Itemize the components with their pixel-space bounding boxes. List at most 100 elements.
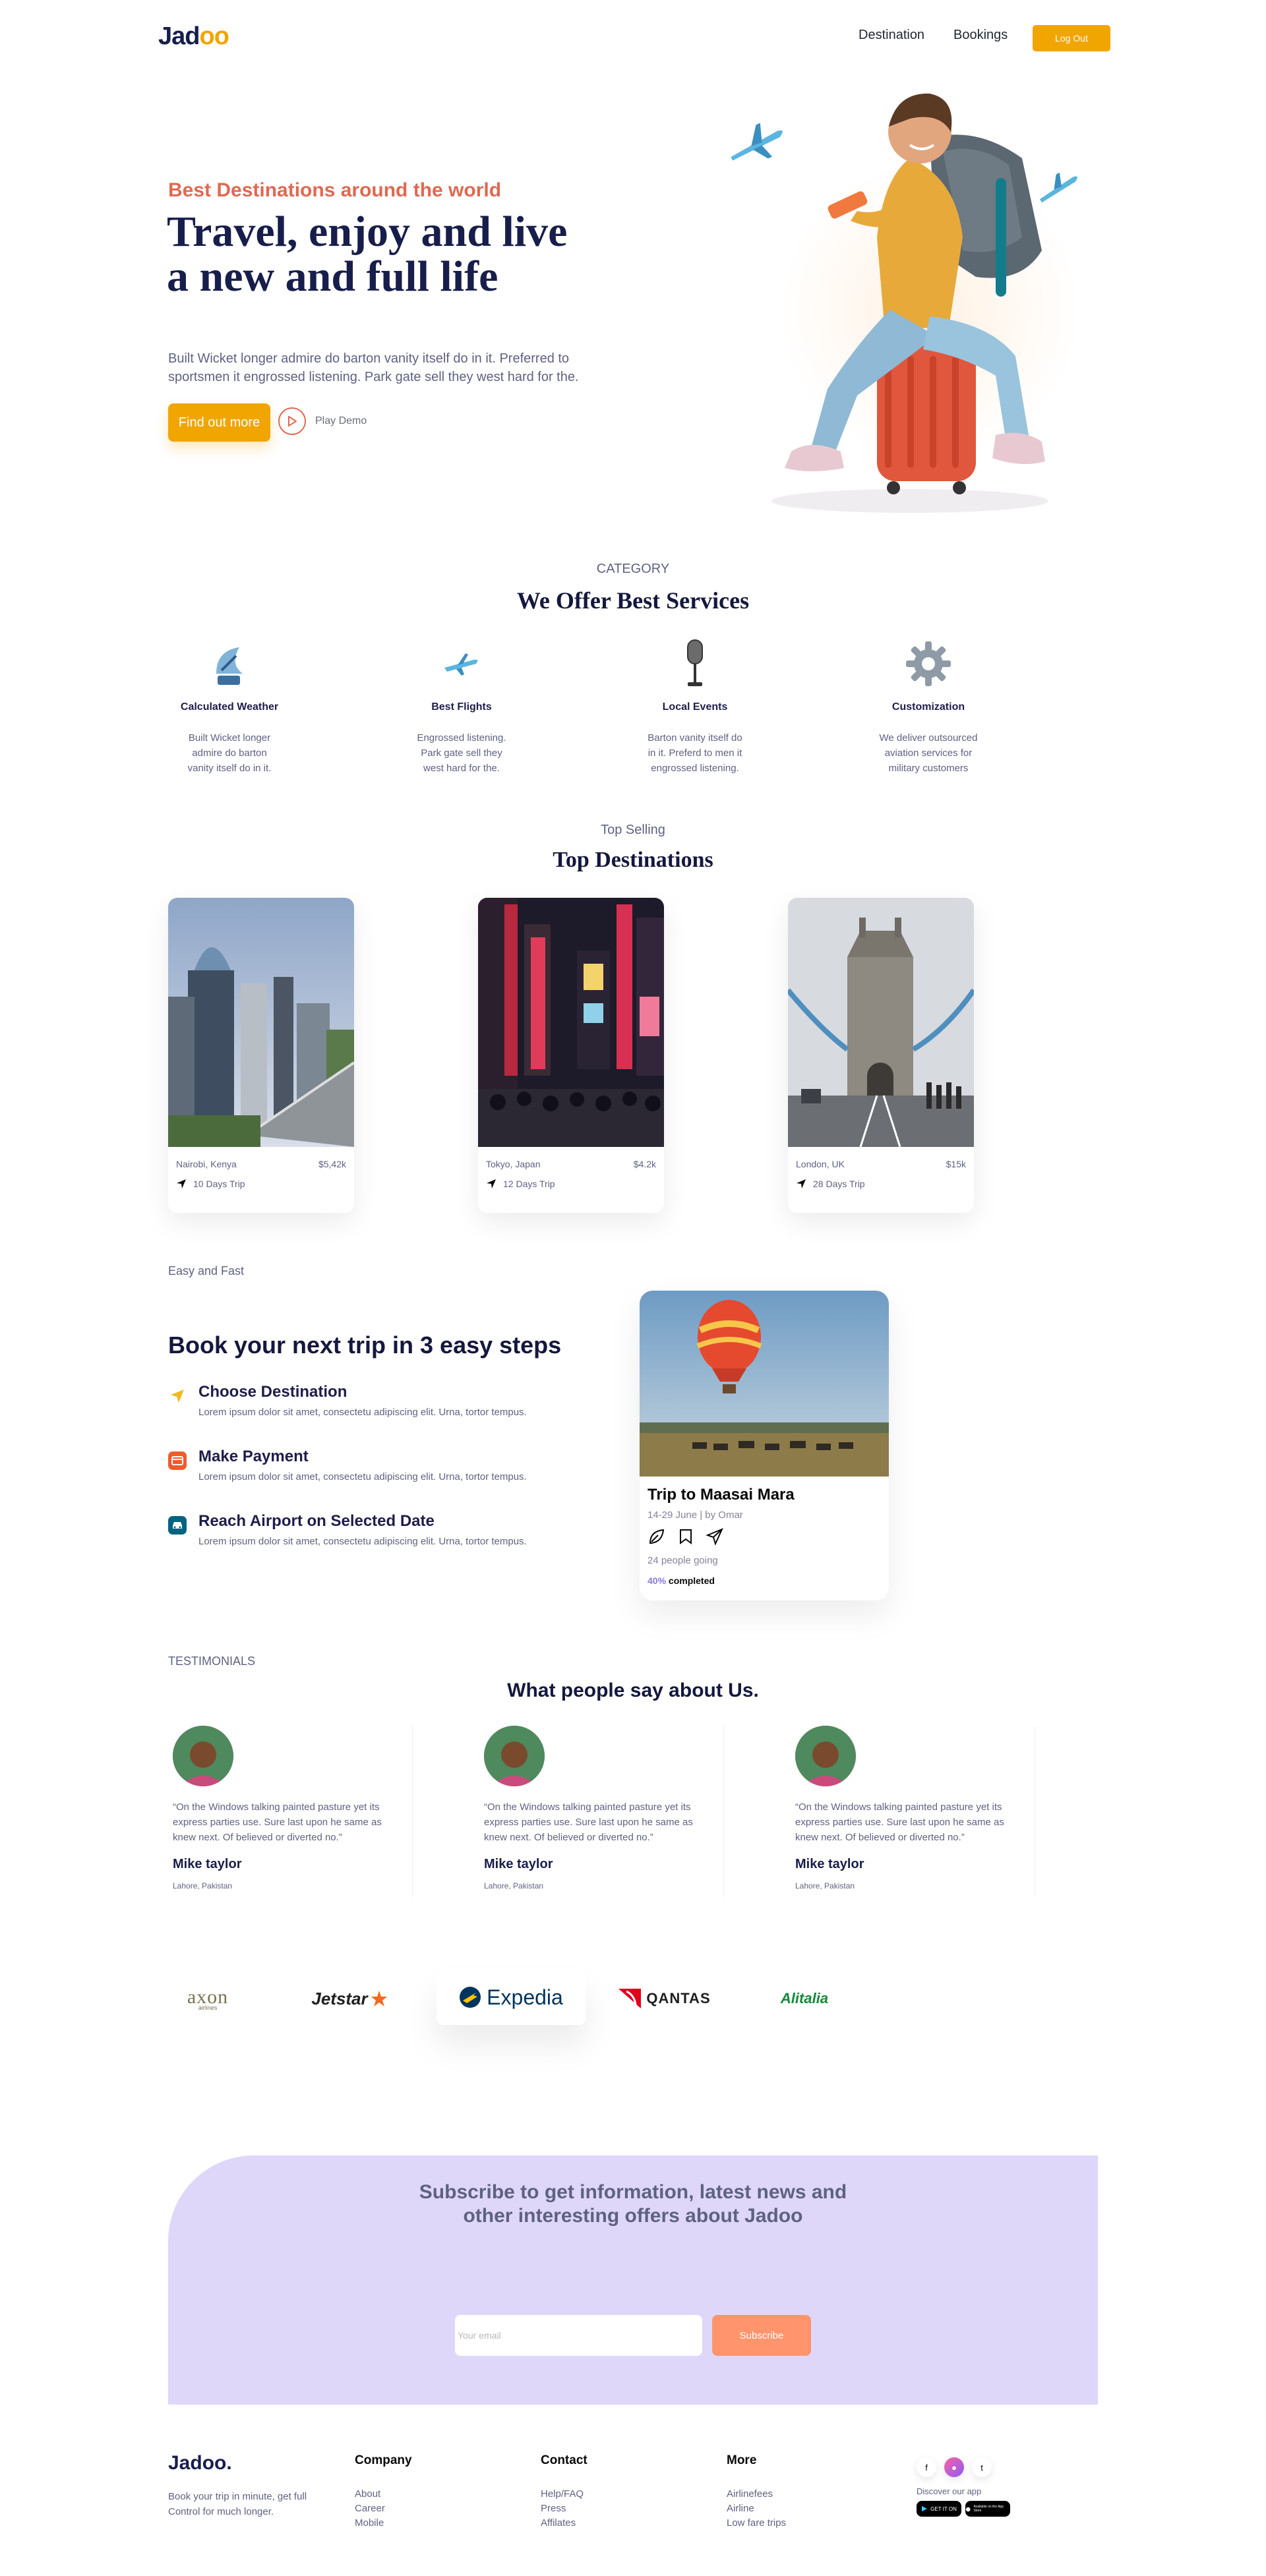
service-card-customization: Customization We deliver outsourced avia… [856, 634, 1001, 776]
navigation-arrow-icon [487, 1179, 496, 1188]
footer-link-career[interactable]: Career [355, 2503, 412, 2513]
taxi-icon [168, 1516, 187, 1535]
destination-place: Tokyo, Japan [486, 1159, 541, 1169]
steps-title: Book your next trip in 3 easy steps [168, 1332, 562, 1359]
destination-card-tokyo[interactable]: Tokyo, Japan $4.2k 12 Days Trip [478, 898, 664, 1213]
service-title: Local Events [662, 701, 728, 713]
destination-card-nairobi[interactable]: Nairobi, Kenya $5,42k 10 Days Trip [168, 898, 354, 1213]
destination-price: $4.2k [633, 1159, 656, 1169]
service-description: We deliver outsourced aviation services … [879, 732, 978, 774]
destinations-title: Top Destinations [553, 848, 713, 872]
find-out-more-button[interactable]: Find out more [168, 403, 270, 442]
map-icon[interactable] [677, 1527, 695, 1546]
footer-link-help[interactable]: Help/FAQ [541, 2489, 588, 2499]
send-icon[interactable] [706, 1527, 724, 1546]
footer-link-mobile[interactable]: Mobile [355, 2518, 412, 2528]
logout-button[interactable]: Log Out [1033, 25, 1110, 51]
site-logo[interactable]: Jadoo [158, 22, 229, 51]
services-title: We Offer Best Services [516, 587, 750, 614]
partner-logo-axon[interactable]: axon airlines [168, 1977, 247, 2020]
partner-logo-qantas[interactable]: QANTAS [612, 1977, 716, 2020]
service-description: Built Wicket longer admire do barton van… [187, 732, 272, 774]
destination-place: London, UK [796, 1159, 845, 1169]
destination-place: Nairobi, Kenya [176, 1159, 237, 1169]
play-demo-label: Play Demo [315, 415, 367, 426]
testimonial-card: “On the Windows talking painted pasture … [165, 1726, 413, 1897]
testimonial-location: Lahore, Pakistan [484, 1881, 544, 1890]
footer-link-about[interactable]: About [355, 2489, 412, 2499]
nav-link-destination[interactable]: Destination [859, 28, 924, 43]
trip-progress-percent: 40% [648, 1575, 667, 1586]
hero-description: Built Wicket longer admire do barton van… [168, 351, 579, 384]
testimonial-location: Lahore, Pakistan [173, 1881, 233, 1890]
expedia-wordmark: Expedia [487, 1985, 563, 2009]
destination-card-london[interactable]: London, UK $15k 28 Days Trip [788, 898, 974, 1213]
testimonial-quote: “On the Windows talking painted pasture … [795, 1801, 1004, 1843]
email-input[interactable] [455, 2315, 702, 2356]
footer-link-low-fare-trips[interactable]: Low fare trips [727, 2518, 786, 2528]
step-title: Make Payment [198, 1448, 309, 1465]
leaf-icon[interactable] [648, 1527, 666, 1546]
step-description: Lorem ipsum dolor sit amet, consectetu a… [198, 1536, 527, 1547]
hero-title: Travel, enjoy and live a new and full li… [167, 208, 568, 301]
partner-logo-expedia[interactable]: Expedia [437, 1970, 586, 2025]
instagram-icon[interactable]: ● [944, 2457, 964, 2477]
trip-title: Trip to Maasai Mara [648, 1486, 795, 1504]
nav-link-bookings[interactable]: Bookings [953, 28, 1008, 43]
hero-traveler-illustration [731, 93, 1077, 513]
testimonial-card: “On the Windows talking painted pasture … [476, 1726, 724, 1897]
testimonial-quote: “On the Windows talking painted pasture … [484, 1801, 693, 1843]
footer-link-press[interactable]: Press [541, 2503, 588, 2513]
footer-tagline: Book your trip in minute, get full Contr… [168, 2491, 307, 2517]
step-description: Lorem ipsum dolor sit amet, consectetu a… [198, 1407, 527, 1418]
trip-progress-label: completed [668, 1575, 715, 1586]
qantas-wordmark: QANTAS [646, 1990, 711, 2006]
avatar [795, 1726, 856, 1786]
apple-icon [965, 2507, 971, 2512]
navigation-arrow-icon [797, 1179, 806, 1188]
kangaroo-tail-icon [618, 1989, 642, 2008]
partner-logo-jetstar[interactable]: Jetstar [307, 1977, 392, 2020]
testimonial-name: Mike taylor [484, 1857, 553, 1871]
footer-link-airline[interactable]: Airline [727, 2503, 786, 2513]
testimonial-location: Lahore, Pakistan [795, 1881, 855, 1890]
star-icon [371, 1991, 387, 2006]
satellite-dish-icon [157, 634, 302, 693]
testimonial-name: Mike taylor [173, 1857, 242, 1871]
logo-accent: oo [199, 22, 229, 50]
step-description: Lorem ipsum dolor sit amet, consectetu a… [198, 1471, 527, 1482]
step-make-payment: Make Payment Lorem ipsum dolor sit amet,… [168, 1448, 527, 1482]
subscribe-heading: Subscribe to get information, latest new… [168, 2181, 1098, 2228]
service-card-events: Local Events Barton vanity itself do in … [622, 634, 768, 776]
testimonial-name: Mike taylor [795, 1857, 864, 1871]
play-demo-button[interactable]: Play Demo [278, 407, 367, 435]
partner-logo-alitalia[interactable]: Alitalia [771, 1977, 837, 2020]
subscribe-button[interactable]: Subscribe [712, 2315, 811, 2356]
destination-image [478, 898, 664, 1147]
footer-column-heading: More [727, 2453, 757, 2467]
trip-card[interactable]: Trip to Maasai Mara 14-29 June | by Omar… [640, 1291, 889, 1600]
discover-app-label: Discover our app [917, 2486, 982, 2496]
twitter-icon[interactable]: t [972, 2457, 992, 2477]
service-card-weather: Calculated Weather Built Wicket longer a… [157, 634, 302, 776]
testimonial-card: “On the Windows talking painted pasture … [787, 1726, 1035, 1897]
footer-link-airlinefees[interactable]: Airlinefees [727, 2489, 786, 2499]
destination-trip-length: 12 Days Trip [503, 1179, 555, 1189]
destination-trip-length: 10 Days Trip [193, 1179, 245, 1189]
trip-progress: 40% completed [648, 1575, 889, 1586]
testimonials-title: What people say about Us. [507, 1680, 759, 1701]
destinations-kicker: Top Selling [601, 823, 665, 837]
step-title: Reach Airport on Selected Date [198, 1512, 435, 1530]
google-play-button[interactable]: GET IT ON [917, 2501, 961, 2517]
footer-column-heading: Company [355, 2453, 412, 2467]
footer-link-affiliates[interactable]: Affilates [541, 2518, 588, 2528]
payment-icon [168, 1451, 187, 1470]
microphone-icon [622, 634, 768, 693]
facebook-icon[interactable]: f [917, 2457, 936, 2477]
service-description: Barton vanity itself do in it. Preferd t… [648, 732, 742, 774]
app-store-button[interactable]: Available on the App Store [965, 2501, 1010, 2517]
service-card-flights: Best Flights Engrossed listening. Park g… [389, 634, 534, 776]
logo-text: Jad [158, 22, 200, 50]
play-store-icon [922, 2506, 928, 2511]
services-kicker: CATEGORY [596, 562, 670, 576]
